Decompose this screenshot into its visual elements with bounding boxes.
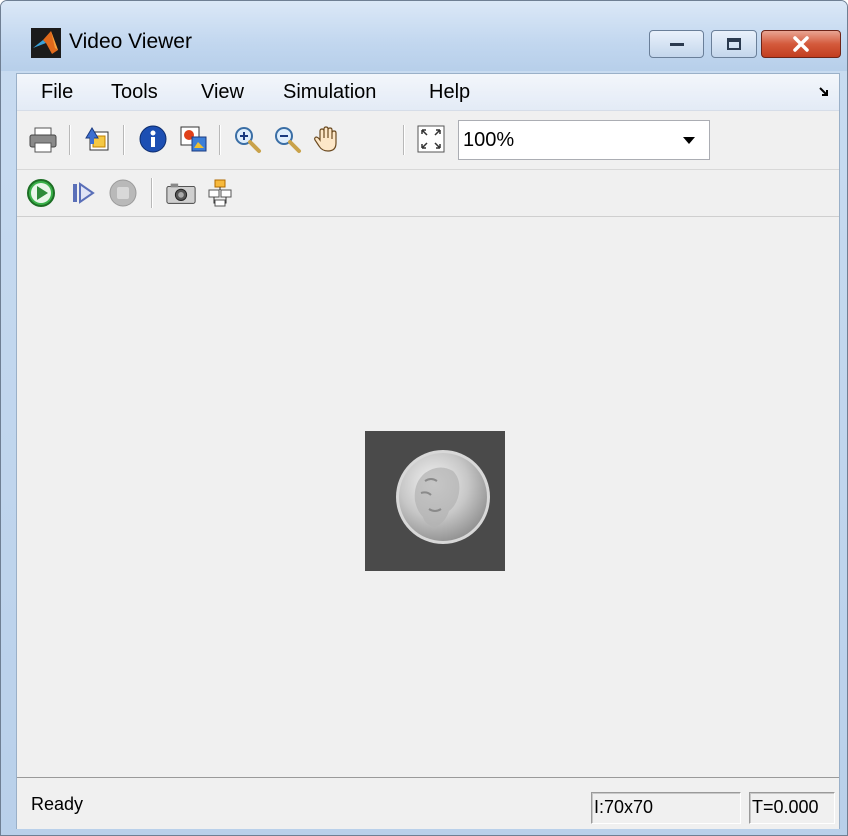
minimize-icon xyxy=(669,43,684,46)
status-bar: Ready I:70x70 T=0.000 xyxy=(17,777,839,829)
video-viewer-window: Video Viewer File Tools View Simulation … xyxy=(0,0,848,836)
close-icon xyxy=(793,36,809,52)
parameters-icon xyxy=(85,127,109,151)
chevron-down-icon xyxy=(683,137,695,144)
zoom-dropdown[interactable]: 100% xyxy=(458,120,710,160)
toolbar-separator xyxy=(219,125,221,155)
main-toolbar: 100% xyxy=(17,111,839,170)
status-text: Ready xyxy=(31,794,84,814)
zoom-in-button[interactable] xyxy=(231,123,263,155)
print-icon xyxy=(29,127,57,153)
snapshot-icon xyxy=(166,183,196,204)
menu-file[interactable]: File xyxy=(41,81,73,104)
zoom-out-button[interactable] xyxy=(271,123,303,155)
toolbar-separator xyxy=(151,178,153,208)
playback-toolbar xyxy=(17,170,839,217)
menu-help[interactable]: Help xyxy=(429,81,470,104)
stop-icon xyxy=(109,179,137,207)
window-title: Video Viewer xyxy=(69,30,192,53)
menu-view[interactable]: View xyxy=(201,81,244,104)
snapshot-button[interactable] xyxy=(165,177,197,209)
minimize-button[interactable] xyxy=(649,30,704,58)
maximize-button[interactable] xyxy=(711,30,757,58)
step-forward-button[interactable] xyxy=(67,177,99,209)
zoom-out-icon xyxy=(275,127,301,153)
close-button[interactable] xyxy=(761,30,841,58)
undock-arrow-icon[interactable] xyxy=(819,87,829,97)
play-button[interactable] xyxy=(25,177,57,209)
info-icon xyxy=(139,125,167,153)
export-image-icon xyxy=(180,126,207,152)
highlight-block-button[interactable] xyxy=(205,177,237,209)
parameters-button[interactable] xyxy=(81,123,113,155)
export-image-button[interactable] xyxy=(177,123,209,155)
video-frame-image xyxy=(365,431,505,571)
zoom-in-icon xyxy=(235,127,261,153)
menu-simulation[interactable]: Simulation xyxy=(283,81,376,104)
step-forward-icon xyxy=(73,182,95,204)
pan-button[interactable] xyxy=(311,123,343,155)
toolbar-separator xyxy=(403,125,405,155)
fit-to-view-button[interactable] xyxy=(415,123,447,155)
highlight-block-icon xyxy=(208,179,232,207)
matlab-icon xyxy=(31,28,61,58)
image-size-field: I:70x70 xyxy=(591,792,741,824)
title-bar[interactable]: Video Viewer xyxy=(1,1,847,71)
toolbar-separator xyxy=(123,125,125,155)
maximize-icon xyxy=(727,38,741,50)
stop-button[interactable] xyxy=(107,177,139,209)
menu-tools[interactable]: Tools xyxy=(111,81,158,104)
info-button[interactable] xyxy=(137,123,169,155)
fit-to-view-icon xyxy=(417,125,445,153)
menu-bar: File Tools View Simulation Help xyxy=(17,74,839,111)
play-icon xyxy=(27,179,55,207)
zoom-value: 100% xyxy=(463,129,515,151)
video-display-area[interactable] xyxy=(17,217,839,777)
client-area: File Tools View Simulation Help 100% Rea… xyxy=(16,73,840,829)
pan-hand-icon xyxy=(314,126,337,152)
toolbar-separator xyxy=(69,125,71,155)
time-field: T=0.000 xyxy=(749,792,835,824)
print-button[interactable] xyxy=(27,124,59,156)
